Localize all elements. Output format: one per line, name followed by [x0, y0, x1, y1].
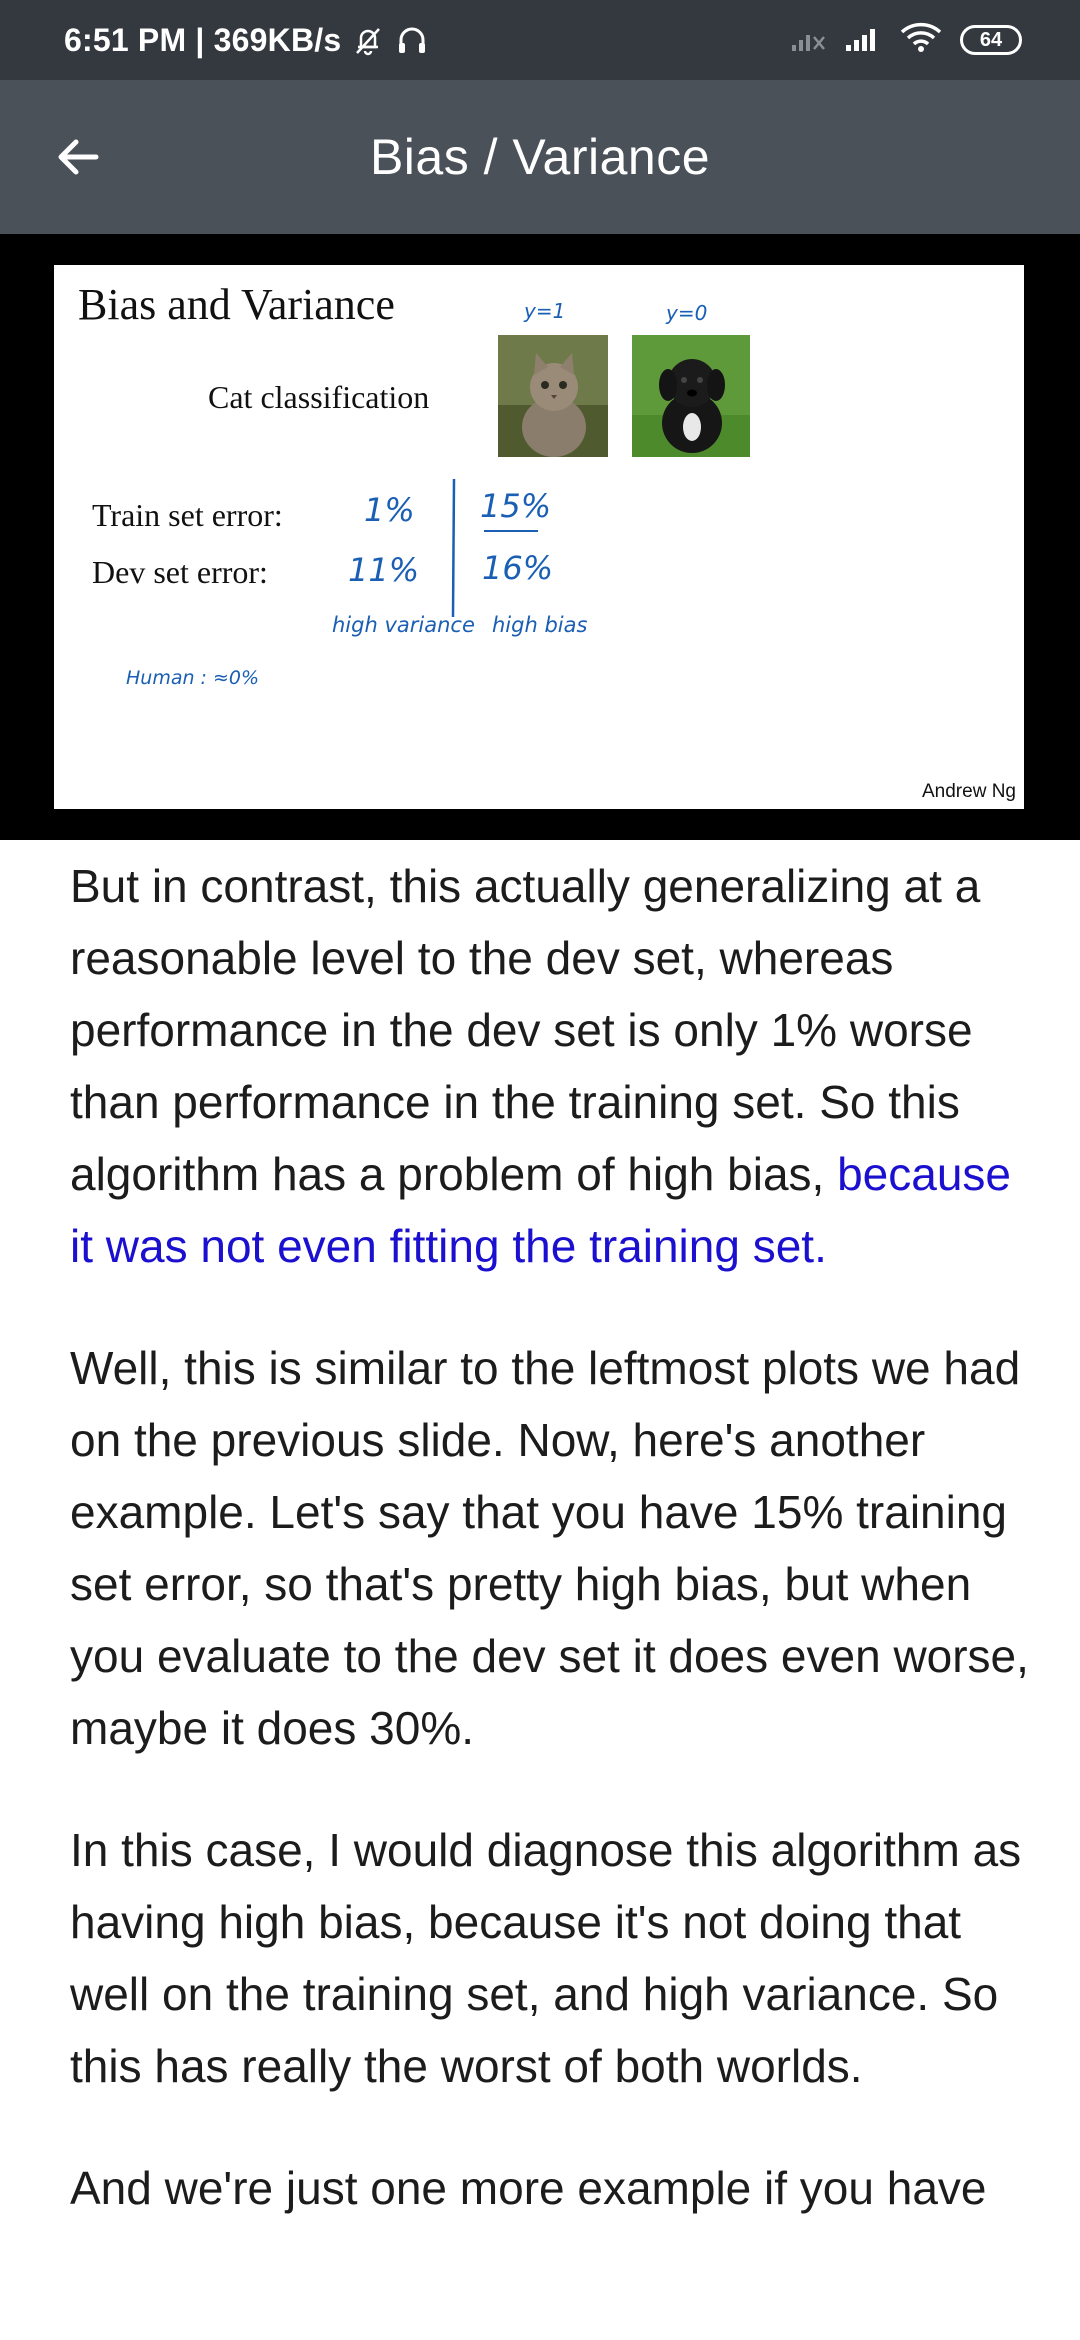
transcript-paragraph[interactable]: In this case, I would diagnose this algo… — [70, 1814, 1030, 2102]
train-set-error-label: Train set error: — [92, 497, 283, 533]
handwriting-y0: y=0 — [666, 301, 708, 325]
status-right: 64 — [790, 0, 1022, 80]
status-bar: 6:51 PM | 369KB/s 64 — [0, 0, 1080, 80]
dog-photo — [632, 335, 750, 457]
page-title: Bias / Variance — [369, 129, 711, 185]
handwriting-dev-b: 16% — [482, 549, 554, 587]
slide-credit: Andrew Ng — [922, 781, 1016, 802]
muted-bell-icon — [351, 23, 385, 57]
signal-strength-icon — [844, 23, 882, 58]
handwriting-dev-a: 11% — [348, 551, 420, 589]
transcript: But in contrast, this actually generaliz… — [70, 840, 1030, 2274]
status-left: 6:51 PM | 369KB/s — [64, 0, 429, 80]
signal-no-service-icon — [790, 23, 826, 58]
handwriting-human: Human : ≈0% — [126, 667, 260, 689]
headset-icon — [395, 23, 429, 57]
handwriting-y1: y=1 — [524, 299, 566, 323]
handwriting-high-variance: high variance — [332, 613, 475, 637]
transcript-paragraph[interactable]: But in contrast, this actually generaliz… — [70, 850, 1030, 1282]
handwriting-train-b: 15% — [480, 487, 552, 525]
handwriting-underline — [484, 530, 538, 532]
dev-set-error-label: Dev set error: — [92, 554, 268, 590]
transcript-paragraph[interactable]: Well, this is similar to the leftmost pl… — [70, 1332, 1030, 1764]
transcript-paragraph-partial[interactable]: And we're just one more example if you h… — [70, 2152, 1030, 2224]
slide-title: Bias and Variance — [78, 280, 395, 329]
app-bar: Bias / Variance — [0, 80, 1080, 234]
status-time-speed: 6:51 PM | 369KB/s — [64, 21, 342, 58]
slide-subtitle: Cat classification — [208, 379, 430, 415]
handwriting-high-bias: high bias — [492, 613, 588, 637]
battery-indicator: 64 — [960, 25, 1022, 55]
lecture-slide: Bias and Variance Cat classification y=1… — [54, 265, 1024, 809]
handwriting-divider — [451, 478, 456, 618]
wifi-icon — [900, 22, 942, 59]
cat-photo — [498, 335, 608, 457]
video-player[interactable]: Bias and Variance Cat classification y=1… — [0, 234, 1080, 840]
handwriting-train-a: 1% — [364, 491, 415, 529]
